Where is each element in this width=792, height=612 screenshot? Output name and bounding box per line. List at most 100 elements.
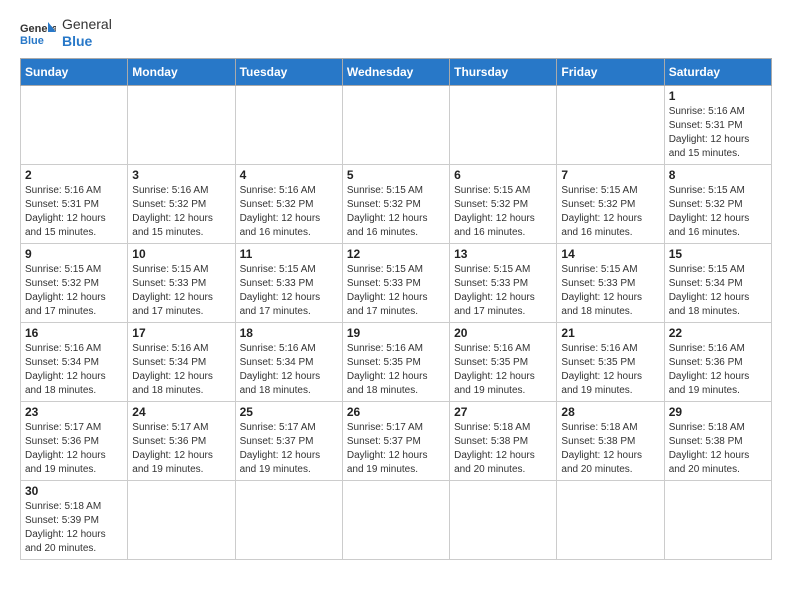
calendar-cell [128, 480, 235, 559]
day-number: 6 [454, 168, 552, 182]
calendar-cell: 12 Sunrise: 5:15 AM Sunset: 5:33 PM Dayli… [342, 243, 449, 322]
day-info: Sunrise: 5:17 AM Sunset: 5:37 PM Dayligh… [240, 421, 338, 477]
day-number: 2 [25, 168, 123, 182]
calendar-cell: 7Sunrise: 5:15 AM Sunset: 5:32 PM Daylig… [557, 164, 664, 243]
day-info: Sunrise: 5:15 AM Sunset: 5:33 PM Dayligh… [347, 263, 445, 319]
svg-text:Blue: Blue [20, 35, 44, 47]
calendar-week-6: 30Sunrise: 5:18 AM Sunset: 5:39 PM Dayli… [21, 480, 772, 559]
day-info: Sunrise: 5:18 AM Sunset: 5:39 PM Dayligh… [25, 500, 123, 556]
weekday-header-saturday: Saturday [664, 58, 771, 85]
day-info: Sunrise: 5:15 AM Sunset: 5:32 PM Dayligh… [454, 184, 552, 240]
day-info: Sunrise: 5:15 AM Sunset: 5:33 PM Dayligh… [454, 263, 552, 319]
day-number: 1 [669, 89, 767, 103]
day-info: Sunrise: 5:16 AM Sunset: 5:36 PM Dayligh… [669, 342, 767, 398]
day-number: 24 [132, 405, 230, 419]
day-info: Sunrise: 5:16 AM Sunset: 5:31 PM Dayligh… [25, 184, 123, 240]
day-number: 28 [561, 405, 659, 419]
header: General Blue General Blue [20, 16, 772, 50]
day-number: 26 [347, 405, 445, 419]
weekday-header-sunday: Sunday [21, 58, 128, 85]
calendar-cell: 4Sunrise: 5:16 AM Sunset: 5:32 PM Daylig… [235, 164, 342, 243]
day-info: Sunrise: 5:15 AM Sunset: 5:32 PM Dayligh… [669, 184, 767, 240]
calendar-cell [342, 480, 449, 559]
day-number: 12 [347, 247, 445, 261]
day-number: 13 [454, 247, 552, 261]
calendar-body: 1 Sunrise: 5:16 AM Sunset: 5:31 PM Daylig… [21, 85, 772, 559]
calendar-cell: 13 Sunrise: 5:15 AM Sunset: 5:33 PM Dayli… [450, 243, 557, 322]
day-info: Sunrise: 5:17 AM Sunset: 5:36 PM Dayligh… [25, 421, 123, 477]
day-info: Sunrise: 5:16 AM Sunset: 5:35 PM Dayligh… [454, 342, 552, 398]
calendar-cell: 24Sunrise: 5:17 AM Sunset: 5:36 PM Dayli… [128, 401, 235, 480]
day-number: 5 [347, 168, 445, 182]
calendar-cell: 6 Sunrise: 5:15 AM Sunset: 5:32 PM Daylig… [450, 164, 557, 243]
day-info: Sunrise: 5:18 AM Sunset: 5:38 PM Dayligh… [669, 421, 767, 477]
day-info: Sunrise: 5:18 AM Sunset: 5:38 PM Dayligh… [454, 421, 552, 477]
day-number: 16 [25, 326, 123, 340]
day-number: 17 [132, 326, 230, 340]
weekday-header-friday: Friday [557, 58, 664, 85]
calendar-cell: 27 Sunrise: 5:18 AM Sunset: 5:38 PM Dayli… [450, 401, 557, 480]
calendar-cell [557, 480, 664, 559]
day-info: Sunrise: 5:16 AM Sunset: 5:31 PM Dayligh… [669, 105, 767, 161]
calendar-cell: 29 Sunrise: 5:18 AM Sunset: 5:38 PM Dayli… [664, 401, 771, 480]
day-number: 7 [561, 168, 659, 182]
calendar-cell [128, 85, 235, 164]
day-number: 21 [561, 326, 659, 340]
weekday-row: SundayMondayTuesdayWednesdayThursdayFrid… [21, 58, 772, 85]
day-info: Sunrise: 5:16 AM Sunset: 5:32 PM Dayligh… [132, 184, 230, 240]
calendar-week-4: 16 Sunrise: 5:16 AM Sunset: 5:34 PM Dayli… [21, 322, 772, 401]
calendar-cell: 19Sunrise: 5:16 AM Sunset: 5:35 PM Dayli… [342, 322, 449, 401]
day-number: 14 [561, 247, 659, 261]
day-info: Sunrise: 5:16 AM Sunset: 5:35 PM Dayligh… [347, 342, 445, 398]
day-number: 20 [454, 326, 552, 340]
calendar-cell: 22 Sunrise: 5:16 AM Sunset: 5:36 PM Dayli… [664, 322, 771, 401]
day-info: Sunrise: 5:15 AM Sunset: 5:32 PM Dayligh… [347, 184, 445, 240]
calendar-cell: 28Sunrise: 5:18 AM Sunset: 5:38 PM Dayli… [557, 401, 664, 480]
day-number: 4 [240, 168, 338, 182]
day-info: Sunrise: 5:16 AM Sunset: 5:34 PM Dayligh… [132, 342, 230, 398]
calendar-week-2: 2 Sunrise: 5:16 AM Sunset: 5:31 PM Daylig… [21, 164, 772, 243]
day-info: Sunrise: 5:16 AM Sunset: 5:34 PM Dayligh… [240, 342, 338, 398]
day-number: 18 [240, 326, 338, 340]
day-number: 9 [25, 247, 123, 261]
calendar-cell: 17 Sunrise: 5:16 AM Sunset: 5:34 PM Dayli… [128, 322, 235, 401]
logo: General Blue General Blue [20, 16, 112, 50]
calendar-week-3: 9 Sunrise: 5:15 AM Sunset: 5:32 PM Daylig… [21, 243, 772, 322]
day-info: Sunrise: 5:15 AM Sunset: 5:33 PM Dayligh… [240, 263, 338, 319]
calendar-cell: 20 Sunrise: 5:16 AM Sunset: 5:35 PM Dayli… [450, 322, 557, 401]
day-info: Sunrise: 5:15 AM Sunset: 5:34 PM Dayligh… [669, 263, 767, 319]
calendar-cell [450, 85, 557, 164]
day-info: Sunrise: 5:17 AM Sunset: 5:37 PM Dayligh… [347, 421, 445, 477]
calendar-cell [21, 85, 128, 164]
weekday-header-wednesday: Wednesday [342, 58, 449, 85]
day-info: Sunrise: 5:16 AM Sunset: 5:34 PM Dayligh… [25, 342, 123, 398]
calendar-cell: 10Sunrise: 5:15 AM Sunset: 5:33 PM Dayli… [128, 243, 235, 322]
calendar-cell: 25Sunrise: 5:17 AM Sunset: 5:37 PM Dayli… [235, 401, 342, 480]
calendar-cell: 14 Sunrise: 5:15 AM Sunset: 5:33 PM Dayli… [557, 243, 664, 322]
weekday-header-tuesday: Tuesday [235, 58, 342, 85]
weekday-header-thursday: Thursday [450, 58, 557, 85]
calendar-cell: 8Sunrise: 5:15 AM Sunset: 5:32 PM Daylig… [664, 164, 771, 243]
calendar-week-1: 1 Sunrise: 5:16 AM Sunset: 5:31 PM Daylig… [21, 85, 772, 164]
calendar-cell: 15Sunrise: 5:15 AM Sunset: 5:34 PM Dayli… [664, 243, 771, 322]
day-number: 22 [669, 326, 767, 340]
calendar-cell: 5 Sunrise: 5:15 AM Sunset: 5:32 PM Daylig… [342, 164, 449, 243]
calendar-cell: 9 Sunrise: 5:15 AM Sunset: 5:32 PM Daylig… [21, 243, 128, 322]
calendar-cell: 2 Sunrise: 5:16 AM Sunset: 5:31 PM Daylig… [21, 164, 128, 243]
calendar-cell: 18 Sunrise: 5:16 AM Sunset: 5:34 PM Dayli… [235, 322, 342, 401]
calendar-header: SundayMondayTuesdayWednesdayThursdayFrid… [21, 58, 772, 85]
calendar-cell [664, 480, 771, 559]
logo-icon: General Blue [20, 18, 56, 48]
calendar-cell [450, 480, 557, 559]
calendar-cell: 23Sunrise: 5:17 AM Sunset: 5:36 PM Dayli… [21, 401, 128, 480]
calendar-cell [557, 85, 664, 164]
day-number: 27 [454, 405, 552, 419]
calendar-cell [342, 85, 449, 164]
calendar-cell: 26 Sunrise: 5:17 AM Sunset: 5:37 PM Dayli… [342, 401, 449, 480]
calendar-cell: 11Sunrise: 5:15 AM Sunset: 5:33 PM Dayli… [235, 243, 342, 322]
day-info: Sunrise: 5:15 AM Sunset: 5:32 PM Dayligh… [25, 263, 123, 319]
day-number: 29 [669, 405, 767, 419]
calendar: SundayMondayTuesdayWednesdayThursdayFrid… [20, 58, 772, 560]
day-number: 10 [132, 247, 230, 261]
day-info: Sunrise: 5:15 AM Sunset: 5:33 PM Dayligh… [561, 263, 659, 319]
